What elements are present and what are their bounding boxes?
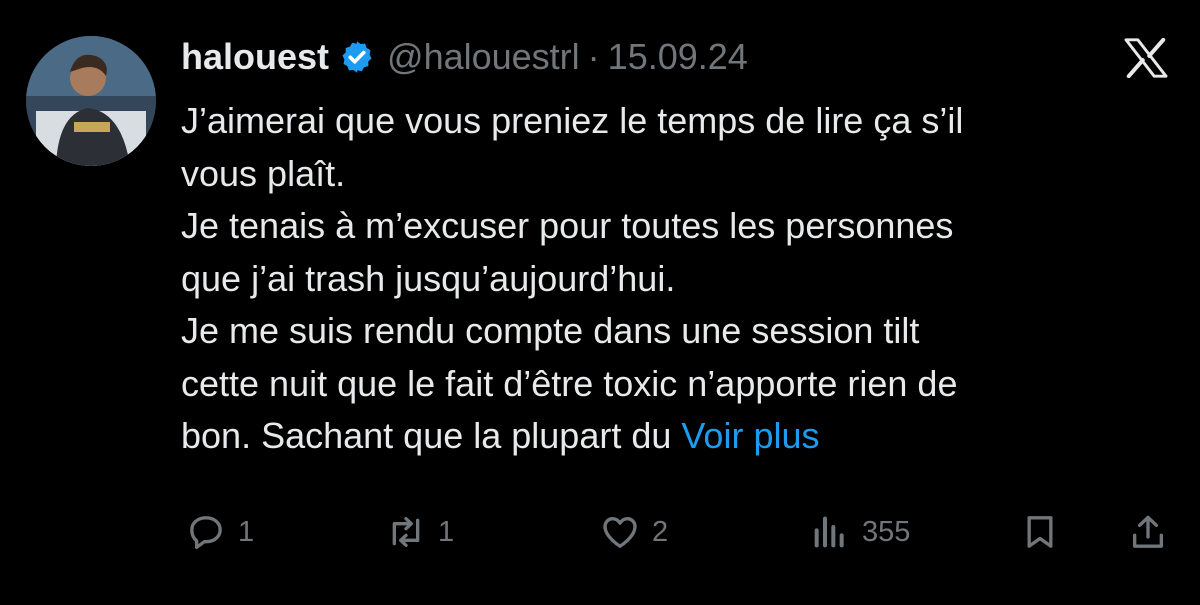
verified-badge-icon bbox=[342, 41, 372, 73]
retweet-count: 1 bbox=[438, 515, 455, 548]
tweet-text-line: J’aimerai que vous preniez le temps de l… bbox=[181, 100, 964, 141]
tweet-date[interactable]: 15.09.24 bbox=[608, 36, 748, 78]
retweet-button[interactable]: 1 bbox=[386, 510, 454, 554]
tweet-text-line: Je tenais à m’excuser pour toutes les pe… bbox=[181, 205, 954, 246]
reply-icon bbox=[190, 516, 222, 549]
tweet-text-line: bon. Sachant que la plupart du bbox=[181, 415, 672, 456]
bookmark-icon bbox=[1027, 516, 1053, 548]
bookmark-button[interactable] bbox=[1020, 510, 1060, 554]
separator: · bbox=[587, 36, 600, 77]
avatar[interactable] bbox=[26, 36, 156, 166]
like-button[interactable]: 2 bbox=[600, 510, 668, 554]
display-name[interactable]: halouest bbox=[181, 36, 329, 78]
tweet-text-line: que j’ai trash jusqu’aujourd’hui. bbox=[181, 257, 676, 299]
tweet-text-line: Je me suis rendu compte dans une session… bbox=[181, 310, 920, 351]
tweet-text-line: cette nuit que le fait d’être toxic n’ap… bbox=[181, 362, 958, 404]
share-button[interactable] bbox=[1128, 510, 1168, 554]
x-logo-icon bbox=[1124, 38, 1168, 78]
like-count: 2 bbox=[652, 515, 669, 548]
views-count: 355 bbox=[862, 515, 911, 548]
user-handle[interactable]: @halouestrl bbox=[387, 36, 580, 78]
tweet-text: J’aimerai que vous preniez le temps de l… bbox=[181, 95, 1181, 463]
retweet-icon bbox=[392, 517, 420, 547]
share-icon bbox=[1133, 515, 1163, 548]
avatar-image bbox=[26, 36, 156, 166]
tweet-text-line: vous plaît. bbox=[181, 152, 346, 194]
reply-count: 1 bbox=[238, 515, 255, 548]
see-more-link[interactable]: Voir plus bbox=[681, 415, 819, 456]
tweet-header: halouest @halouestrl · 15.09.24 bbox=[181, 32, 748, 82]
heart-icon bbox=[603, 517, 637, 548]
views-button[interactable]: 355 bbox=[810, 510, 910, 554]
views-icon bbox=[814, 516, 844, 548]
tweet-text-last-line: bon. Sachant que la plupart du Voir plus bbox=[181, 410, 1181, 463]
reply-button[interactable]: 1 bbox=[186, 510, 254, 554]
